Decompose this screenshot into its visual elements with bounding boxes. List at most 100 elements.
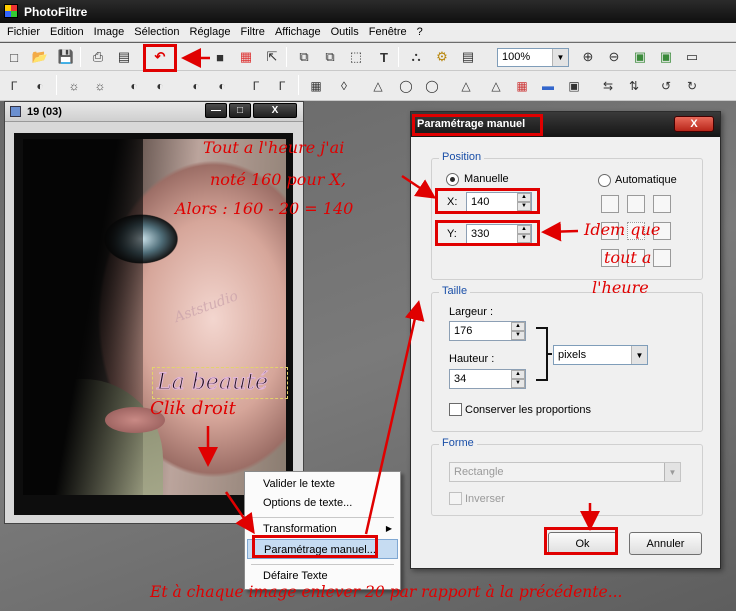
invert-checkbox[interactable] (449, 492, 462, 505)
sharpen-drop-icon[interactable]: ◯ (422, 76, 442, 96)
maximize-icon[interactable]: □ (229, 103, 251, 118)
highlight-manual-settings (252, 535, 378, 558)
spin-up-icon[interactable]: ▲ (511, 370, 525, 379)
portrait-image[interactable]: Aststudio (23, 139, 286, 495)
rotate-left-icon[interactable]: ↺ (656, 76, 676, 96)
filter-toolbar: Γ ◐ ☼ ☼ ◐ ◐ ◐ ◐ Γ Γ ▦ ◊ △ ◯ ◯ △ △ ▦ ▬ ▣ … (0, 71, 736, 101)
resize-icon[interactable]: ⇱ (262, 47, 282, 67)
spin-down-icon[interactable]: ▼ (511, 331, 525, 340)
radio-automatic[interactable] (598, 174, 611, 187)
spin-down-icon[interactable]: ▼ (511, 379, 525, 388)
auto-levels-icon[interactable]: Γ (4, 76, 24, 96)
open-folder-icon[interactable]: 📂 (30, 47, 50, 67)
zoom-out-icon[interactable]: ⊖ (604, 47, 624, 67)
menu-reglage[interactable]: Réglage (185, 23, 236, 41)
keep-ratio-label: Conserver les proportions (465, 404, 591, 416)
highlight-undo (143, 44, 177, 72)
unit-value: pixels (558, 349, 587, 361)
image-window-title: 19 (03) (27, 106, 62, 118)
menu-fenetre[interactable]: Fenêtre (364, 23, 412, 41)
note-2-line-2: tout a (604, 248, 652, 267)
zoom-in-icon[interactable]: ⊕ (578, 47, 598, 67)
menu-affichage[interactable]: Affichage (270, 23, 326, 41)
sharpen-more-icon[interactable]: △ (486, 76, 506, 96)
save-disk-icon[interactable]: 💾 (56, 47, 76, 67)
selection-icon[interactable]: ⬚ (346, 47, 366, 67)
rotate-right-icon[interactable]: ↻ (682, 76, 702, 96)
grayscale-icon[interactable]: ■ (210, 47, 230, 67)
menu-filtre[interactable]: Filtre (235, 23, 269, 41)
contrast-minus-icon[interactable]: ◐ (124, 76, 144, 96)
copy-doc-icon[interactable]: ⧉ (294, 47, 314, 67)
note-2-line-1: Idem que (584, 220, 661, 239)
height-label: Hauteur : (449, 353, 495, 365)
ctx-validate-text[interactable]: Valider le texte (247, 474, 398, 494)
height-input[interactable]: 34 ▲ ▼ (449, 369, 526, 389)
ctx-text-options[interactable]: Options de texte... (247, 493, 398, 513)
drop-icon[interactable]: △ (368, 76, 388, 96)
width-input[interactable]: 176 ▲ ▼ (449, 321, 526, 341)
flip-vertical-icon[interactable]: ⇅ (624, 76, 644, 96)
text-tool-icon[interactable]: T (374, 47, 394, 67)
saturation-plus-icon[interactable]: ◐ (212, 76, 232, 96)
menu-selection[interactable]: Sélection (129, 23, 184, 41)
gamma-plus-icon[interactable]: Γ (272, 76, 292, 96)
colors-icon[interactable]: ▦ (512, 76, 532, 96)
frame-icon[interactable]: ▣ (564, 76, 584, 96)
minimize-icon[interactable]: — (205, 103, 227, 118)
paste-doc-icon[interactable]: ⧉ (320, 47, 340, 67)
anchor-top-center[interactable] (627, 195, 645, 213)
grid-filter-icon[interactable]: ▦ (306, 76, 326, 96)
chevron-down-icon[interactable]: ▼ (552, 49, 568, 66)
menu-edition[interactable]: Edition (45, 23, 89, 41)
gamma-minus-icon[interactable]: Γ (246, 76, 266, 96)
sharpen-icon[interactable]: △ (456, 76, 476, 96)
chevron-down-icon[interactable]: ▼ (631, 346, 647, 364)
ctx-transformation-label: Transformation (263, 523, 337, 535)
close-icon[interactable]: X (253, 103, 297, 118)
spin-up-icon[interactable]: ▲ (511, 322, 525, 331)
keep-ratio-checkbox[interactable] (449, 403, 462, 416)
gradient-icon[interactable]: ▬ (538, 76, 558, 96)
anchor-top-right[interactable] (653, 195, 671, 213)
highlight-y-field (435, 220, 540, 246)
zoom-select[interactable]: 100% ▼ (497, 48, 569, 67)
image-watermark: Aststudio (172, 288, 241, 326)
menu-fichier[interactable]: Fichier (2, 23, 45, 41)
radio-manual[interactable] (446, 173, 459, 186)
width-value: 176 (454, 325, 473, 337)
contrast-plus-icon[interactable]: ◐ (150, 76, 170, 96)
blur-icon[interactable]: ◊ (334, 76, 354, 96)
zoom-value: 100% (502, 51, 531, 63)
window-icon[interactable]: ▤ (458, 47, 478, 67)
app-title-bar: PhotoFiltre (0, 0, 736, 23)
blur-drop-icon[interactable]: ◯ (396, 76, 416, 96)
saturation-minus-icon[interactable]: ◐ (186, 76, 206, 96)
plugin-gear-icon[interactable]: ⚙ (432, 47, 452, 67)
explorer-icon[interactable]: ⛬ (406, 47, 426, 67)
shape-select[interactable]: Rectangle ▼ (449, 462, 681, 482)
menu-help[interactable]: ? (412, 23, 428, 41)
brightness-plus-icon[interactable]: ☼ (64, 76, 84, 96)
menu-image[interactable]: Image (89, 23, 130, 41)
chevron-down-icon[interactable]: ▼ (664, 463, 680, 481)
cancel-button[interactable]: Annuler (629, 532, 702, 555)
new-file-icon[interactable]: □ (4, 47, 24, 67)
flip-horizontal-icon[interactable]: ⇆ (598, 76, 618, 96)
print-icon[interactable]: ⎙ (88, 47, 108, 67)
actual-size-icon[interactable]: ▣ (656, 47, 676, 67)
fit-window-icon[interactable]: ▣ (630, 47, 650, 67)
text-selection[interactable]: La beauté (152, 367, 288, 399)
anchor-bottom-right[interactable] (653, 249, 671, 267)
scan-icon[interactable]: ▤ (114, 47, 134, 67)
image-window-title-bar[interactable]: 19 (03) — □ X (5, 102, 303, 122)
radio-automatic-label: Automatique (615, 174, 677, 186)
rgb-color-icon[interactable]: ▦ (236, 47, 256, 67)
dialog-close-button[interactable]: X (674, 116, 714, 132)
unit-select[interactable]: pixels ▼ (553, 345, 648, 365)
fullscreen-icon[interactable]: ▭ (682, 47, 702, 67)
auto-contrast-icon[interactable]: ◐ (30, 76, 50, 96)
anchor-top-left[interactable] (601, 195, 619, 213)
menu-outils[interactable]: Outils (326, 23, 364, 41)
brightness-minus-icon[interactable]: ☼ (90, 76, 110, 96)
